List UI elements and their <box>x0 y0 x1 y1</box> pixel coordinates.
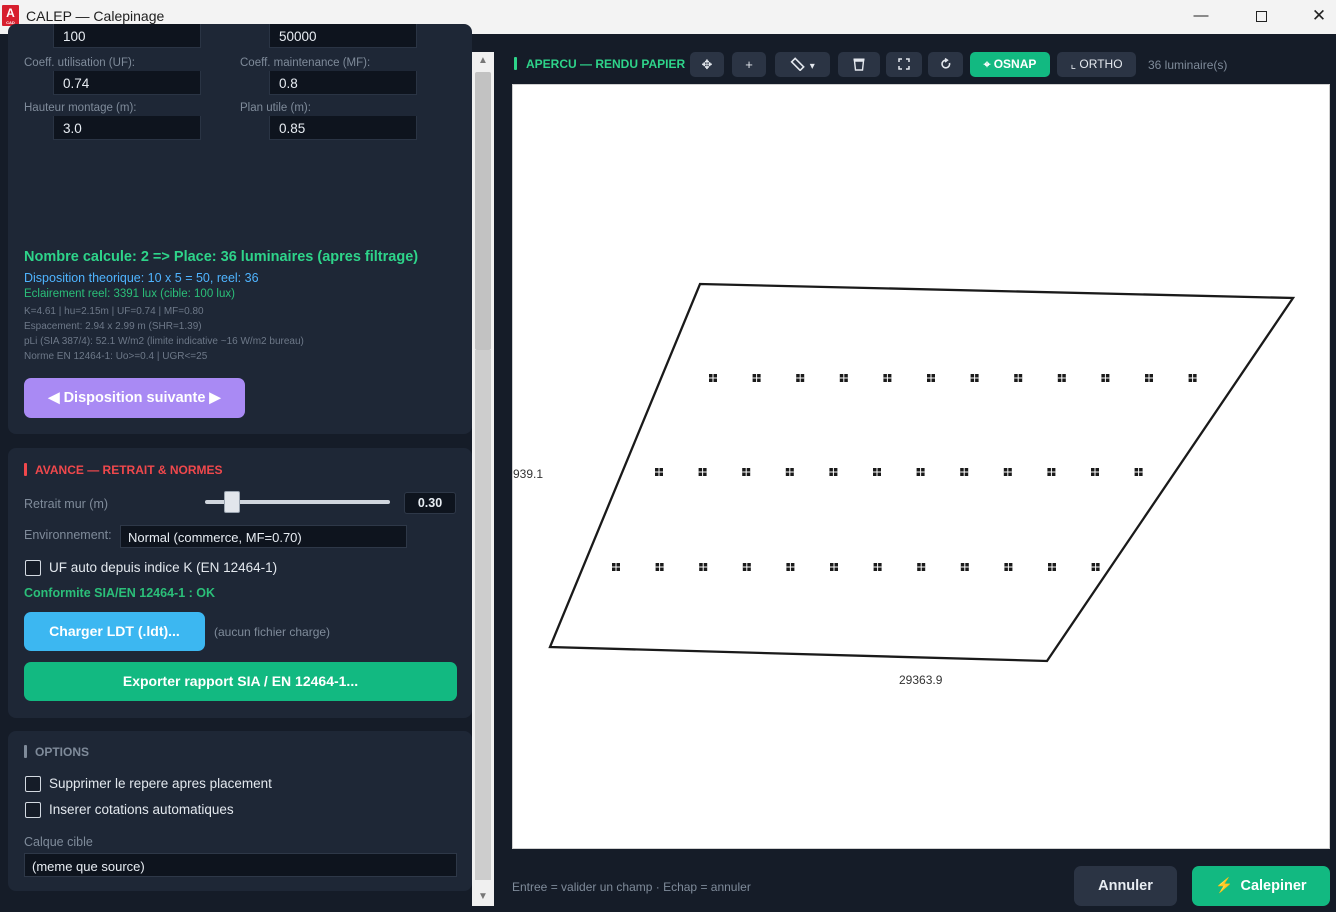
calepiner-button[interactable]: ⚡ Calepiner <box>1192 866 1330 906</box>
uf-label: Coeff. utilisation (UF): <box>24 57 135 69</box>
partial-field-2[interactable]: 50000 <box>269 24 417 48</box>
preview-title: APERCU — RENDU PAPIER <box>514 57 685 71</box>
result-headline: Nombre calcule: 2 => Place: 36 luminaire… <box>24 249 419 265</box>
scrollbar-thumb[interactable] <box>475 72 491 350</box>
scroll-down-icon[interactable]: ▼ <box>472 888 494 906</box>
luminaire-count: 36 luminaire(s) <box>1148 58 1228 72</box>
dimension-left: 939.1 <box>513 467 543 481</box>
result-layout: Disposition theorique: 10 x 5 = 50, reel… <box>24 271 259 285</box>
app-logo-icon: A CAD <box>2 5 19 26</box>
plane-label: Plan utile (m): <box>240 102 311 114</box>
advanced-title: AVANCE — RETRAIT & NORMES <box>24 463 223 477</box>
clear-button[interactable] <box>838 52 880 77</box>
section-accent-bar <box>24 463 27 476</box>
uf-auto-label: UF auto depuis indice K (EN 12464-1) <box>49 560 278 575</box>
osnap-toggle[interactable]: ⌖ OSNAP <box>970 52 1050 77</box>
cancel-button[interactable]: Annuler <box>1074 866 1177 906</box>
bolt-icon: ⚡ <box>1215 878 1234 894</box>
result-detail-spacing: Espacement: 2.94 x 2.99 m (SHR=1.39) <box>24 321 202 332</box>
add-button[interactable]: + <box>732 52 766 77</box>
trash-icon <box>853 58 865 71</box>
keyboard-hint: Entree = valider un champ · Echap = annu… <box>512 880 751 894</box>
chevron-down-icon: ▾ <box>809 61 815 72</box>
result-detail-k: K=4.61 | hu=2.15m | UF=0.74 | MF=0.80 <box>24 306 204 317</box>
export-report-button[interactable]: Exporter rapport SIA / EN 12464-1... <box>24 662 457 701</box>
uf-input[interactable]: 0.74 <box>53 71 201 95</box>
reset-view-button[interactable] <box>928 52 963 77</box>
result-detail-norm: Norme EN 12464-1: Uo>=0.4 | UGR<=25 <box>24 351 208 362</box>
wall-offset-slider-thumb[interactable] <box>224 491 240 513</box>
next-layout-button[interactable]: ◀ Disposition suivante ▶ <box>24 378 245 418</box>
mf-label: Coeff. maintenance (MF): <box>240 57 371 69</box>
maximize-icon <box>1255 10 1267 22</box>
close-button[interactable]: ✕ <box>1296 0 1336 34</box>
layer-input[interactable]: (meme que source) <box>24 853 457 877</box>
pan-button[interactable]: ✥ <box>690 52 724 77</box>
layer-label: Calque cible <box>24 835 93 849</box>
minimize-button[interactable]: — <box>1178 0 1224 34</box>
section-accent-bar <box>24 745 27 758</box>
window-title: CALEP — Calepinage <box>26 8 165 24</box>
options-title: OPTIONS <box>24 745 89 759</box>
wall-offset-label: Retrait mur (m) <box>24 497 109 511</box>
ldt-status: (aucun fichier charge) <box>214 625 331 639</box>
mf-input[interactable]: 0.8 <box>269 71 417 95</box>
partial-field-1[interactable]: 100 <box>53 24 201 48</box>
height-label: Hauteur montage (m): <box>24 102 137 114</box>
result-detail-pli: pLi (SIA 387/4): 52.1 W/m2 (limite indic… <box>24 336 304 347</box>
environment-label: Environnement: <box>24 528 112 542</box>
calepiner-label: Calepiner <box>1240 878 1307 894</box>
advanced-card: AVANCE — RETRAIT & NORMES Retrait mur (m… <box>8 448 472 718</box>
dimension-bottom: 29363.9 <box>899 673 943 687</box>
section-accent-bar <box>514 57 517 70</box>
environment-select[interactable]: Normal (commerce, MF=0.70) <box>120 525 407 548</box>
ruler-icon <box>790 57 805 72</box>
ortho-toggle[interactable]: ⌞ ORTHO <box>1057 52 1136 77</box>
photometry-card: 100 50000 Coeff. utilisation (UF): 0.74 … <box>8 24 472 434</box>
wall-offset-value[interactable]: 0.30 <box>404 492 456 514</box>
remove-marker-label: Supprimer le repere apres placement <box>49 776 272 791</box>
maximize-button[interactable] <box>1238 0 1284 34</box>
room-plan-drawing: 939.1 29363.9 <box>513 282 1296 687</box>
plane-input[interactable]: 0.85 <box>269 116 417 140</box>
uf-auto-checkbox[interactable] <box>25 560 41 576</box>
auto-dims-checkbox[interactable] <box>25 802 41 818</box>
load-ldt-button[interactable]: Charger LDT (.ldt)... <box>24 612 205 651</box>
fit-view-button[interactable] <box>886 52 922 77</box>
result-illuminance: Eclairement reel: 3391 lux (cible: 100 l… <box>24 288 235 300</box>
fit-icon <box>898 58 910 70</box>
auto-dims-label: Inserer cotations automatiques <box>49 802 234 817</box>
compliance-status: Conformite SIA/EN 12464-1 : OK <box>24 586 216 600</box>
plus-icon: + <box>745 57 753 72</box>
paper-preview-canvas[interactable]: 939.1 29363.9 <box>512 84 1330 849</box>
scrollbar-track[interactable] <box>475 350 491 880</box>
refresh-icon <box>940 57 950 69</box>
settings-panel: 100 50000 Coeff. utilisation (UF): 0.74 … <box>0 24 494 912</box>
options-card: OPTIONS Supprimer le repere apres placem… <box>8 731 472 891</box>
remove-marker-checkbox[interactable] <box>25 776 41 792</box>
measure-dropdown[interactable]: ▾ <box>775 52 830 77</box>
scroll-up-icon[interactable]: ▲ <box>472 52 494 70</box>
pan-icon: ✥ <box>701 57 713 72</box>
left-panel-scrollbar[interactable]: ▲ ▼ <box>472 52 494 906</box>
height-input[interactable]: 3.0 <box>53 116 201 140</box>
